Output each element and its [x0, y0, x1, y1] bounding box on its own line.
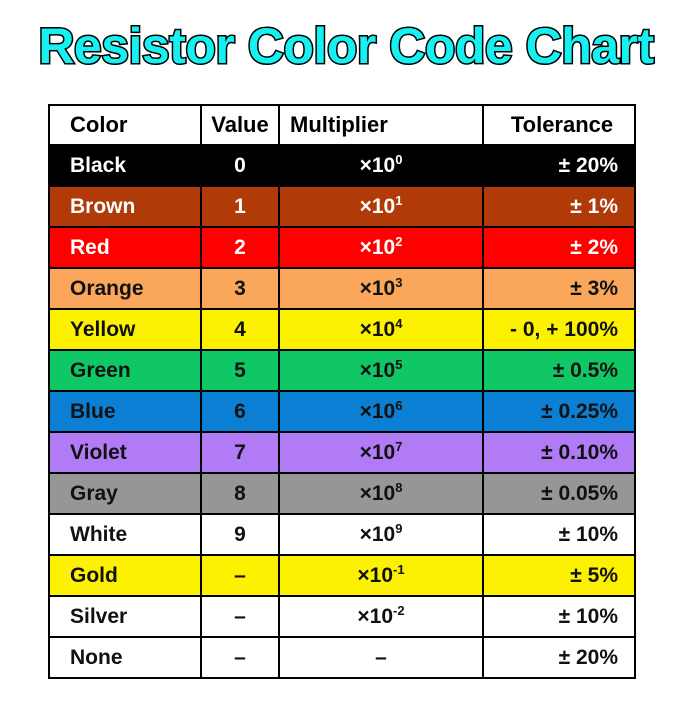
multiplier-exponent: 8 — [395, 479, 403, 495]
cell-multiplier: ×103 — [278, 267, 484, 310]
multiplier-base: ×10 — [359, 235, 396, 259]
cell-tolerance: - 0, + 100% — [482, 308, 636, 351]
cell-value: 4 — [200, 308, 280, 351]
cell-multiplier: ×10-2 — [278, 595, 484, 638]
multiplier-base: ×10 — [359, 317, 396, 341]
cell-multiplier: ×101 — [278, 185, 484, 228]
table-body: Black 0 ×100 ± 20% Brown 1 ×101 ± 1% Red 2 ×102 ± 2… — [48, 144, 636, 679]
cell-color-name: Violet — [48, 431, 202, 474]
cell-tolerance: ± 1% — [482, 185, 636, 228]
cell-multiplier: – — [278, 636, 484, 679]
cell-tolerance: ± 10% — [482, 513, 636, 556]
cell-color-name: Green — [48, 349, 202, 392]
cell-tolerance: ± 0.05% — [482, 472, 636, 515]
cell-color-name: Red — [48, 226, 202, 269]
cell-color-name: Gold — [48, 554, 202, 597]
cell-multiplier: ×10-1 — [278, 554, 484, 597]
table-row: Green 5 ×105 ± 0.5% — [48, 349, 636, 392]
cell-multiplier: ×100 — [278, 144, 484, 187]
table-row: White 9 ×109 ± 10% — [48, 513, 636, 556]
page-title: Resistor Color Code Chart — [37, 17, 656, 76]
column-header-value: Value — [200, 104, 280, 146]
cell-color-name: Gray — [48, 472, 202, 515]
cell-multiplier: ×109 — [278, 513, 484, 556]
cell-value: 0 — [200, 144, 280, 187]
cell-tolerance: ± 0.25% — [482, 390, 636, 433]
column-header-multiplier: Multiplier — [278, 104, 484, 146]
multiplier-base: ×10 — [359, 399, 396, 423]
multiplier-base: ×10 — [359, 358, 396, 382]
multiplier-exponent: 7 — [395, 438, 403, 454]
cell-multiplier: ×106 — [278, 390, 484, 433]
cell-value: 9 — [200, 513, 280, 556]
cell-color-name: White — [48, 513, 202, 556]
multiplier-base: ×10 — [359, 153, 396, 177]
multiplier-exponent: 0 — [395, 151, 403, 167]
cell-value: – — [200, 554, 280, 597]
multiplier-base: ×10 — [357, 563, 394, 587]
table-row: Orange 3 ×103 ± 3% — [48, 267, 636, 310]
multiplier-exponent: -2 — [393, 602, 405, 618]
cell-tolerance: ± 2% — [482, 226, 636, 269]
multiplier-exponent: 5 — [395, 356, 403, 372]
cell-value: 8 — [200, 472, 280, 515]
cell-value: 1 — [200, 185, 280, 228]
cell-value: 2 — [200, 226, 280, 269]
cell-tolerance: ± 0.5% — [482, 349, 636, 392]
cell-tolerance: ± 5% — [482, 554, 636, 597]
multiplier-exponent: 2 — [395, 233, 403, 249]
multiplier-base: ×10 — [359, 440, 396, 464]
multiplier-base: – — [375, 645, 387, 669]
table-row: Brown 1 ×101 ± 1% — [48, 185, 636, 228]
cell-multiplier: ×105 — [278, 349, 484, 392]
cell-value: 7 — [200, 431, 280, 474]
table-header-row: Color Value Multiplier Tolerance — [48, 104, 636, 146]
cell-tolerance: ± 20% — [482, 144, 636, 187]
cell-tolerance: ± 3% — [482, 267, 636, 310]
cell-multiplier: ×104 — [278, 308, 484, 351]
cell-value: 6 — [200, 390, 280, 433]
multiplier-exponent: 6 — [395, 397, 403, 413]
cell-color-name: Brown — [48, 185, 202, 228]
cell-value: – — [200, 636, 280, 679]
cell-color-name: Black — [48, 144, 202, 187]
column-header-tolerance: Tolerance — [482, 104, 636, 146]
cell-color-name: None — [48, 636, 202, 679]
cell-tolerance: ± 0.10% — [482, 431, 636, 474]
table-row: Red 2 ×102 ± 2% — [48, 226, 636, 269]
cell-multiplier: ×108 — [278, 472, 484, 515]
cell-color-name: Silver — [48, 595, 202, 638]
cell-multiplier: ×107 — [278, 431, 484, 474]
table-row: Yellow 4 ×104- 0, + 100% — [48, 308, 636, 351]
cell-value: – — [200, 595, 280, 638]
multiplier-base: ×10 — [359, 194, 396, 218]
table-row: Gold – ×10-1 ± 5% — [48, 554, 636, 597]
cell-value: 5 — [200, 349, 280, 392]
multiplier-exponent: 1 — [395, 192, 403, 208]
cell-color-name: Orange — [48, 267, 202, 310]
table-row: Blue 6 ×106 ± 0.25% — [48, 390, 636, 433]
multiplier-exponent: 3 — [395, 274, 403, 290]
multiplier-exponent: 9 — [395, 520, 403, 536]
table-row: None – – ± 20% — [48, 636, 636, 679]
cell-multiplier: ×102 — [278, 226, 484, 269]
multiplier-base: ×10 — [359, 276, 396, 300]
cell-color-name: Yellow — [48, 308, 202, 351]
column-header-color: Color — [48, 104, 202, 146]
multiplier-base: ×10 — [357, 604, 394, 628]
table-row: Violet 7 ×107 ± 0.10% — [48, 431, 636, 474]
multiplier-base: ×10 — [359, 481, 396, 505]
multiplier-base: ×10 — [359, 522, 396, 546]
cell-tolerance: ± 20% — [482, 636, 636, 679]
table-row: Silver – ×10-2 ± 10% — [48, 595, 636, 638]
table-row: Black 0 ×100 ± 20% — [48, 144, 636, 187]
multiplier-exponent: -1 — [393, 561, 405, 577]
resistor-color-code-table: Color Value Multiplier Tolerance Black 0 ×… — [48, 104, 636, 679]
cell-tolerance: ± 10% — [482, 595, 636, 638]
cell-color-name: Blue — [48, 390, 202, 433]
cell-value: 3 — [200, 267, 280, 310]
table-row: Gray 8 ×108 ± 0.05% — [48, 472, 636, 515]
multiplier-exponent: 4 — [395, 315, 403, 331]
